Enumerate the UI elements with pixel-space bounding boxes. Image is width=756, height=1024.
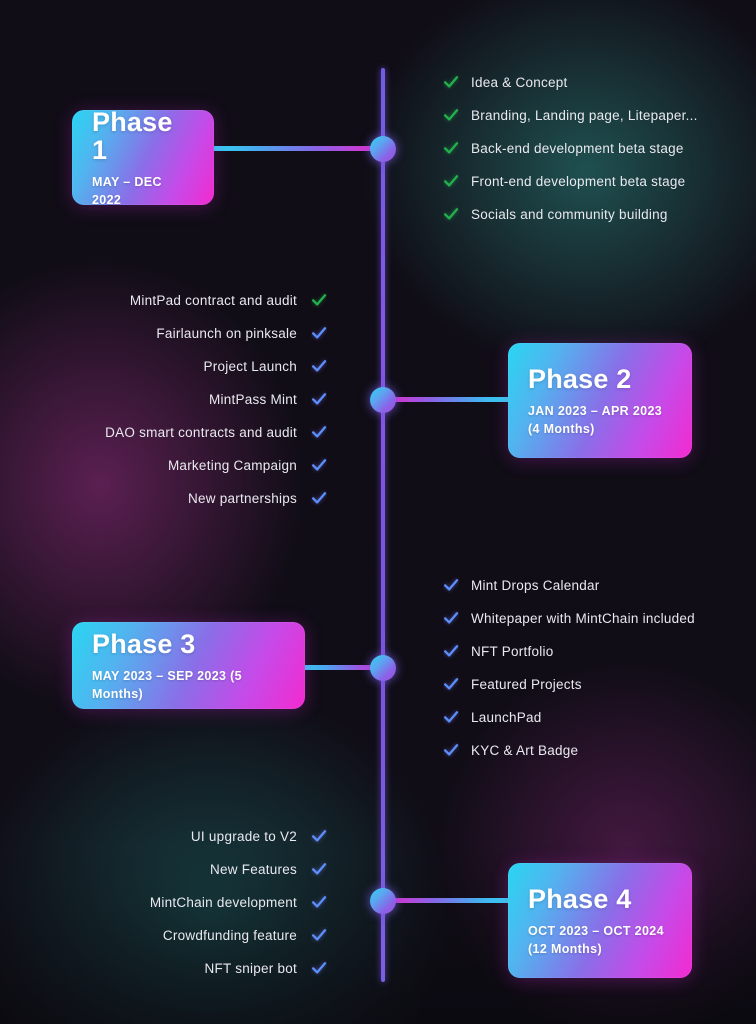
- roadmap-item: Branding, Landing page, Litepaper...: [443, 107, 698, 123]
- roadmap-item-label: Socials and community building: [471, 206, 668, 222]
- roadmap-item-label: Project Launch: [203, 358, 297, 374]
- phase-card-2[interactable]: Phase 2 JAN 2023 – APR 2023 (4 Months): [508, 343, 692, 458]
- roadmap-item-label: NFT sniper bot: [204, 960, 297, 976]
- check-blue-icon: [311, 325, 327, 341]
- roadmap-item: Fairlaunch on pinksale: [0, 325, 327, 341]
- check-blue-icon: [443, 643, 459, 659]
- phase-items-4: UI upgrade to V2 New Features MintChain de…: [0, 828, 327, 976]
- check-blue-icon: [311, 960, 327, 976]
- timeline-node-phase-4[interactable]: [370, 888, 396, 914]
- roadmap-item: NFT sniper bot: [0, 960, 327, 976]
- check-blue-icon: [311, 358, 327, 374]
- roadmap-item: Mint Drops Calendar: [443, 577, 695, 593]
- roadmap-item-label: Marketing Campaign: [167, 457, 297, 473]
- roadmap-item-label: MintChain development: [149, 894, 297, 910]
- phase-items-3: Mint Drops Calendar Whitepaper with MintC…: [443, 577, 695, 758]
- roadmap-item: Socials and community building: [443, 206, 698, 222]
- roadmap-item: NFT Portfolio: [443, 643, 695, 659]
- check-blue-icon: [311, 424, 327, 440]
- phase-card-3[interactable]: Phase 3 MAY 2023 – SEP 2023 (5 Months): [72, 622, 305, 709]
- check-blue-icon: [311, 490, 327, 506]
- roadmap-item: DAO smart contracts and audit: [0, 424, 327, 440]
- check-blue-icon: [311, 894, 327, 910]
- roadmap-item: MintPad contract and audit: [0, 292, 327, 308]
- roadmap-item-label: NFT Portfolio: [471, 643, 554, 659]
- check-green-icon: [311, 292, 327, 308]
- roadmap-item: New partnerships: [0, 490, 327, 506]
- connector-phase-2: [382, 397, 510, 402]
- roadmap-item-label: MintPad contract and audit: [129, 292, 297, 308]
- roadmap-item-label: Featured Projects: [471, 676, 582, 692]
- phase-card-4[interactable]: Phase 4 OCT 2023 – OCT 2024 (12 Months): [508, 863, 692, 978]
- check-blue-icon: [443, 610, 459, 626]
- roadmap-item: Front-end development beta stage: [443, 173, 698, 189]
- roadmap-item: Marketing Campaign: [0, 457, 327, 473]
- check-green-icon: [443, 107, 459, 123]
- check-blue-icon: [443, 676, 459, 692]
- check-green-icon: [443, 74, 459, 90]
- roadmap-item: Project Launch: [0, 358, 327, 374]
- roadmap-item-label: Crowdfunding feature: [162, 927, 297, 943]
- roadmap-item: UI upgrade to V2: [0, 828, 327, 844]
- check-blue-icon: [311, 391, 327, 407]
- phase-items-1: Idea & Concept Branding, Landing page, Li…: [443, 74, 698, 222]
- roadmap-item-label: Fairlaunch on pinksale: [156, 325, 297, 341]
- check-green-icon: [443, 206, 459, 222]
- roadmap-item: MintPass Mint: [0, 391, 327, 407]
- phase-title: Phase 1: [92, 106, 173, 165]
- roadmap-item-label: UI upgrade to V2: [190, 828, 297, 844]
- roadmap-item-label: Front-end development beta stage: [471, 173, 686, 189]
- check-green-icon: [443, 173, 459, 189]
- phase-title: Phase 2: [528, 363, 632, 394]
- phase-items-2: MintPad contract and audit Fairlaunch on …: [0, 292, 327, 506]
- check-blue-icon: [311, 861, 327, 877]
- check-blue-icon: [443, 577, 459, 593]
- roadmap-item-label: DAO smart contracts and audit: [105, 424, 297, 440]
- roadmap-infographic: Phase 1 MAY – DEC 2022 Idea & Concept Bra…: [0, 0, 756, 1024]
- timeline-spine: [381, 68, 385, 982]
- connector-phase-1: [208, 146, 386, 151]
- timeline-node-phase-3[interactable]: [370, 655, 396, 681]
- roadmap-item: Idea & Concept: [443, 74, 698, 90]
- roadmap-item-label: LaunchPad: [471, 709, 542, 725]
- check-blue-icon: [311, 927, 327, 943]
- roadmap-item-label: New Features: [209, 861, 297, 877]
- roadmap-item-label: Branding, Landing page, Litepaper...: [471, 107, 698, 123]
- phase-card-1[interactable]: Phase 1 MAY – DEC 2022: [72, 106, 214, 207]
- roadmap-item-label: Whitepaper with MintChain included: [471, 610, 695, 626]
- check-blue-icon: [311, 828, 327, 844]
- roadmap-item: New Features: [0, 861, 327, 877]
- roadmap-item-label: New partnerships: [187, 490, 297, 506]
- phase-dates: JAN 2023 – APR 2023 (4 Months): [528, 404, 663, 437]
- check-blue-icon: [443, 709, 459, 725]
- phase-dates: OCT 2023 – OCT 2024 (12 Months): [528, 924, 664, 957]
- roadmap-item: Whitepaper with MintChain included: [443, 610, 695, 626]
- roadmap-item-label: Idea & Concept: [471, 74, 568, 90]
- connector-phase-4: [382, 898, 510, 903]
- roadmap-item: Featured Projects: [443, 676, 695, 692]
- roadmap-item: MintChain development: [0, 894, 327, 910]
- roadmap-item-label: Back-end development beta stage: [471, 140, 684, 156]
- roadmap-item-label: KYC & Art Badge: [471, 742, 579, 758]
- roadmap-item: KYC & Art Badge: [443, 742, 695, 758]
- roadmap-item-label: MintPass Mint: [208, 391, 297, 407]
- roadmap-item-label: Mint Drops Calendar: [471, 577, 600, 593]
- check-green-icon: [443, 140, 459, 156]
- phase-title: Phase 4: [528, 883, 632, 914]
- phase-dates: MAY 2023 – SEP 2023 (5 Months): [92, 669, 242, 702]
- roadmap-item: Back-end development beta stage: [443, 140, 698, 156]
- phase-title: Phase 3: [92, 628, 196, 659]
- timeline-node-phase-2[interactable]: [370, 387, 396, 413]
- check-blue-icon: [311, 457, 327, 473]
- timeline-node-phase-1[interactable]: [370, 136, 396, 162]
- check-blue-icon: [443, 742, 459, 758]
- phase-dates: MAY – DEC 2022: [92, 175, 162, 208]
- roadmap-item: LaunchPad: [443, 709, 695, 725]
- roadmap-item: Crowdfunding feature: [0, 927, 327, 943]
